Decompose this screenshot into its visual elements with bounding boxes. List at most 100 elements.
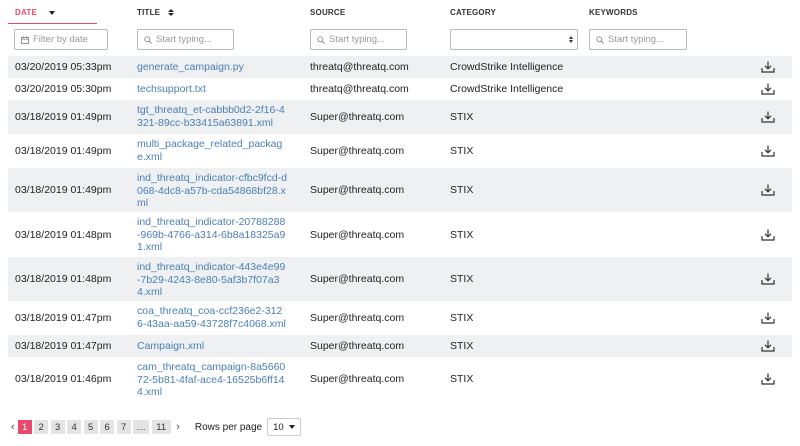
row-title-link[interactable]: multi_package_related_package.xml — [137, 138, 287, 163]
column-header-source-label: SOURCE — [310, 8, 346, 17]
search-icon — [144, 35, 152, 44]
table-row[interactable]: 03/18/2019 01:48pm ind_threatq_indicator… — [8, 212, 792, 257]
row-title-link[interactable]: generate_campaign.py — [137, 61, 287, 74]
table-row[interactable]: 03/18/2019 01:47pm Campaign.xml Super@th… — [8, 335, 792, 357]
row-source: Super@threatq.com — [310, 184, 405, 196]
row-date: 03/18/2019 01:48pm — [15, 273, 112, 285]
rows-per-page-label: Rows per page — [194, 421, 263, 433]
table-row[interactable]: 03/18/2019 01:46pm cam_threatq_campaign-… — [8, 357, 792, 401]
row-source: Super@threatq.com — [310, 229, 405, 241]
row-title-link[interactable]: cam_threatq_campaign-8a566072-5b81-4faf-… — [137, 361, 287, 399]
row-date: 03/18/2019 01:47pm — [15, 340, 112, 352]
row-date: 03/18/2019 01:46pm — [15, 373, 112, 385]
search-icon — [596, 35, 604, 44]
keywords-filter-placeholder: Start typing... — [608, 34, 664, 45]
row-category: STIX — [450, 312, 474, 324]
row-title-link[interactable]: Campaign.xml — [137, 340, 287, 353]
table-row[interactable]: 03/20/2019 05:30pm techsupport.txt threa… — [8, 78, 792, 100]
rows-per-page-select[interactable]: 10 — [267, 418, 302, 436]
category-filter-select[interactable] — [450, 29, 578, 50]
row-source: Super@threatq.com — [310, 340, 405, 352]
column-header-date-label: DATE — [15, 8, 37, 17]
row-category: CrowdStrike Intelligence — [450, 83, 564, 95]
row-category: STIX — [450, 373, 474, 385]
row-source: Super@threatq.com — [310, 145, 405, 157]
row-title-link[interactable]: ind_threatq_indicator-443e4e99-7b29-4243… — [137, 261, 287, 299]
row-date: 03/18/2019 01:49pm — [15, 145, 112, 157]
row-title-link[interactable]: ind_threatq_indicator-20788288-969b-4766… — [137, 216, 287, 254]
page-button-3[interactable]: 3 — [50, 420, 65, 434]
row-date: 03/20/2019 05:30pm — [15, 83, 112, 95]
table-row[interactable]: 03/20/2019 05:33pm generate_campaign.py … — [8, 56, 792, 78]
table-row[interactable]: 03/18/2019 01:48pm ind_threatq_indicator… — [8, 257, 792, 301]
download-icon[interactable] — [761, 340, 775, 352]
column-header-title-label: TITLE — [137, 8, 161, 17]
column-header-category-label: CATEGORY — [450, 8, 497, 17]
download-icon[interactable] — [761, 145, 775, 157]
page-button-11[interactable]: 11 — [151, 420, 171, 434]
row-title-link[interactable]: ind_threatq_indicator-cfbc9fcd-d068-4dc8… — [137, 172, 287, 210]
page-button-1[interactable]: 1 — [17, 420, 32, 434]
download-icon[interactable] — [761, 373, 775, 385]
date-filter-placeholder: Filter by date — [33, 34, 88, 45]
search-icon — [317, 35, 325, 44]
column-header-category[interactable]: CATEGORY — [450, 8, 496, 17]
page-button-5[interactable]: 5 — [83, 420, 98, 434]
row-source: threatq@threatq.com — [310, 83, 409, 95]
row-title-link[interactable]: tgt_threatq_et-cabbb0d2-2f16-4321-89cc-b… — [137, 104, 287, 129]
row-source: threatq@threatq.com — [310, 61, 409, 73]
column-header-title[interactable]: TITLE — [137, 8, 175, 17]
table-header: DATE TITLE SOURCE CATEGORY KEYWORDS — [8, 0, 792, 26]
row-title-link[interactable]: coa_threatq_coa-ccf236e2-3126-43aa-aa59-… — [137, 305, 287, 330]
source-filter-input[interactable]: Start typing... — [310, 29, 407, 50]
row-category: STIX — [450, 145, 474, 157]
table-row[interactable]: 03/18/2019 01:47pm coa_threatq_coa-ccf23… — [8, 301, 792, 335]
source-filter-placeholder: Start typing... — [329, 34, 385, 45]
page-button-7[interactable]: 7 — [116, 420, 131, 434]
sort-icon — [168, 9, 175, 16]
table-row[interactable]: 03/18/2019 01:49pm tgt_threatq_et-cabbb0… — [8, 100, 792, 134]
row-category: CrowdStrike Intelligence — [450, 61, 564, 73]
column-header-date[interactable]: DATE — [15, 8, 55, 17]
column-header-keywords[interactable]: KEYWORDS — [589, 8, 638, 17]
row-date: 03/18/2019 01:48pm — [15, 229, 112, 241]
table-row[interactable]: 03/18/2019 01:49pm multi_package_related… — [8, 134, 792, 168]
page-button-2[interactable]: 2 — [34, 420, 49, 434]
chevron-down-icon — [289, 425, 296, 429]
download-icon[interactable] — [761, 273, 775, 285]
row-title-link[interactable]: techsupport.txt — [137, 83, 287, 96]
page-ellipsis[interactable]: … — [133, 420, 150, 434]
download-icon[interactable] — [761, 312, 775, 324]
download-icon[interactable] — [761, 229, 775, 241]
date-filter-input[interactable]: Filter by date — [14, 29, 108, 50]
row-category: STIX — [450, 229, 474, 241]
calendar-icon — [21, 35, 29, 44]
download-icon[interactable] — [761, 184, 775, 196]
row-date: 03/18/2019 01:49pm — [15, 184, 112, 196]
row-source: Super@threatq.com — [310, 312, 405, 324]
next-page-button[interactable]: › — [176, 421, 180, 433]
download-icon[interactable] — [761, 111, 775, 123]
active-sort-underline — [8, 23, 97, 24]
row-category: STIX — [450, 273, 474, 285]
column-header-source[interactable]: SOURCE — [310, 8, 345, 17]
table-row[interactable]: 03/18/2019 01:49pm ind_threatq_indicator… — [8, 168, 792, 212]
pagination: ‹ 1 2 3 4 5 6 7 … 11 › Rows per page 10 — [8, 417, 302, 437]
row-date: 03/18/2019 01:47pm — [15, 312, 112, 324]
page-button-4[interactable]: 4 — [67, 420, 82, 434]
rows-per-page-value: 10 — [273, 421, 284, 433]
row-source: Super@threatq.com — [310, 111, 405, 123]
download-icon[interactable] — [761, 83, 775, 95]
prev-page-button[interactable]: ‹ — [11, 421, 15, 433]
title-filter-input[interactable]: Start typing... — [137, 29, 234, 50]
select-arrows-icon — [569, 36, 573, 43]
filter-row: Filter by date Start typing... Start typ… — [8, 26, 792, 54]
download-icon[interactable] — [761, 61, 775, 73]
row-date: 03/20/2019 05:33pm — [15, 61, 112, 73]
keywords-filter-input[interactable]: Start typing... — [589, 29, 687, 50]
title-filter-placeholder: Start typing... — [156, 34, 212, 45]
column-header-keywords-label: KEYWORDS — [589, 8, 638, 17]
row-date: 03/18/2019 01:49pm — [15, 111, 112, 123]
row-category: STIX — [450, 184, 474, 196]
page-button-6[interactable]: 6 — [100, 420, 115, 434]
